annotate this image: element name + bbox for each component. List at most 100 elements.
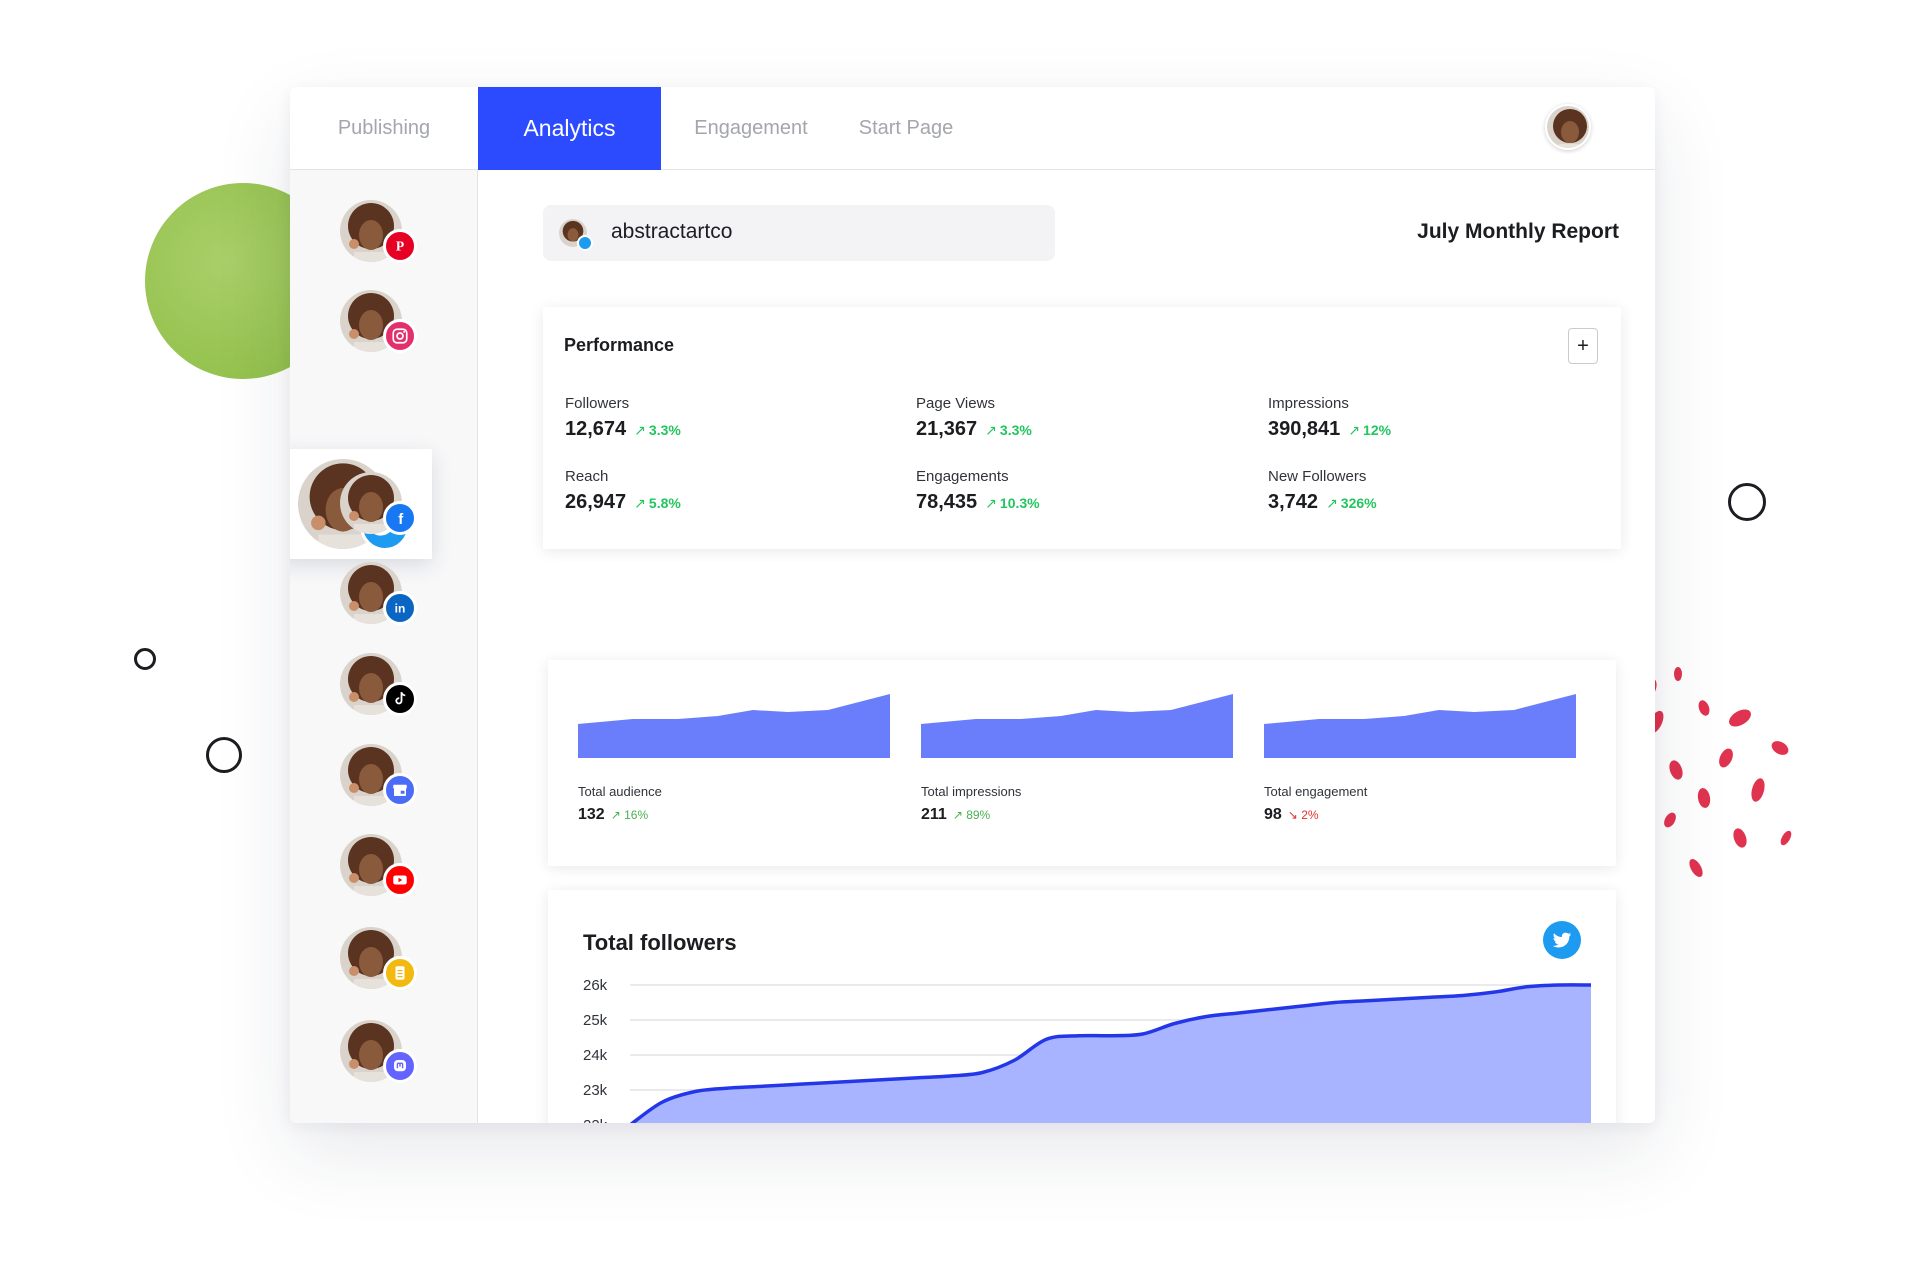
trend-up-icon: ↗ [634,495,646,511]
sidebar-channel-instagram[interactable] [340,290,417,353]
summary-total-impressions: Total impressions 211 ↗ 89% [891,660,1233,866]
sparkline-engagement [1264,694,1576,758]
trend-up-icon: ↗ [1348,422,1361,438]
summary-value: 211 [921,806,947,823]
followers-chart: 26k 25k 24k 23k 22k [583,977,1592,1123]
report-title: July Monthly Report [1417,220,1619,243]
summary-total-engagement: Total engagement 98 ↘ 2% [1234,660,1576,866]
metric-reach: Reach 26,947 ↗ 5.8% [565,468,885,514]
summary-value: 132 [578,806,605,823]
tab-publishing[interactable]: Publishing [290,87,478,170]
summary-total-audience: Total audience 132 ↗ 16% [548,660,890,866]
metric-label: Reach [565,468,609,485]
metric-change: 10.3% [999,495,1040,511]
metric-value: 3,742 [1268,491,1319,513]
sparkline-impressions [921,694,1233,758]
tab-start-page[interactable]: Start Page [841,87,971,170]
decorative-ring [1728,483,1766,521]
twitter-badge-icon [577,235,593,251]
trend-up-icon: ↗ [985,422,997,438]
summary-label: Total engagement [1264,784,1368,799]
user-avatar[interactable] [1545,104,1591,150]
metric-value: 26,947 [565,491,627,513]
performance-card: Performance + Followers 12,674 ↗ 3.3% Page… [543,307,1621,549]
metric-label: Followers [565,395,630,412]
main-content: abstractartco July Monthly Report Perfor… [478,170,1655,1123]
metric-impressions: Impressions 390,841 ↗ 12% [1268,395,1588,441]
summary-value: 98 [1264,806,1282,823]
metric-change: 3.3% [648,422,681,438]
y-tick-label: 23k [583,1082,608,1099]
instagram-icon [383,319,417,353]
metric-label: Engagements [916,468,1009,485]
svg-text:P: P [396,239,404,254]
youtube-icon [383,863,417,897]
trend-up-icon: ↗ [952,808,967,822]
svg-text:f: f [398,511,404,527]
sidebar-channel-pinterest[interactable]: P [340,200,417,263]
metric-engagements: Engagements 78,435 ↗ 10.3% [916,468,1236,514]
metric-change: 5.8% [648,495,681,511]
y-tick-label: 25k [583,1012,608,1029]
metric-followers: Followers 12,674 ↗ 3.3% [565,395,885,441]
y-tick-label: 24k [583,1047,608,1064]
mastodon-icon [383,1049,417,1083]
trend-up-icon: ↗ [610,808,625,822]
metric-value: 12,674 [565,418,627,440]
account-handle: abstractartco [611,220,733,243]
channel-sidebar: P f in [290,170,478,1123]
sidebar-channel-youtube[interactable] [340,834,417,897]
trend-down-icon: ↘ [1287,808,1302,822]
metric-change: 3.3% [999,422,1032,438]
trend-up-icon: ↗ [634,422,646,438]
metric-new-followers: New Followers 3,742 ↗ 326% [1268,468,1588,514]
sidebar-channel-mastodon[interactable] [340,1020,417,1083]
metric-value: 21,367 [916,418,978,440]
metric-page-views: Page Views 21,367 ↗ 3.3% [916,395,1236,441]
chart-title: Total followers [583,930,737,955]
account-selector[interactable]: abstractartco [543,205,1055,261]
linkedin-icon: in [383,591,417,625]
total-followers-card: 26k 25k 24k 23k 22k Total followers [548,890,1616,1123]
tiktok-icon [383,682,417,716]
sidebar-channel-tiktok[interactable] [340,653,417,716]
metric-value: 78,435 [916,491,978,513]
summary-change: 2% [1301,808,1319,822]
metric-change: 326% [1340,495,1377,511]
app-window: Publishing Analytics Engagement Start Pa… [290,87,1655,1123]
decorative-petals [1643,667,1792,888]
summary-label: Total impressions [921,784,1022,799]
facebook-icon: f [383,501,417,535]
summary-change: 16% [624,808,649,822]
decorative-ring [206,737,242,773]
trend-up-icon: ↗ [1326,495,1338,511]
document-icon [383,956,417,990]
summary-label: Total audience [578,784,662,799]
sidebar-channel-linkedin[interactable]: in [340,562,417,625]
metric-label: New Followers [1268,468,1367,485]
sidebar-channel-facebook[interactable]: f [340,472,417,535]
decorative-ring [134,648,156,670]
metric-label: Impressions [1268,395,1349,412]
metric-value: 390,841 [1268,418,1341,440]
followers-area [632,984,1591,1123]
sidebar-channel-notes[interactable] [340,927,417,990]
tab-analytics[interactable]: Analytics [478,87,661,170]
trend-up-icon: ↗ [985,495,997,511]
metric-label: Page Views [916,395,995,412]
performance-title: Performance [564,335,675,355]
tab-engagement[interactable]: Engagement [661,87,841,170]
pinterest-icon: P [383,229,417,263]
sparkline-audience [578,694,890,758]
twitter-icon[interactable] [1543,921,1581,959]
add-button[interactable]: + [1568,328,1598,364]
y-tick-label: 26k [583,977,608,994]
metric-change: 12% [1363,422,1392,438]
summary-card: Total audience 132 ↗ 16% Total impression… [548,660,1616,866]
sidebar-channel-google-business[interactable] [340,744,417,807]
summary-change: 89% [966,808,991,822]
top-nav: Publishing Analytics Engagement Start Pa… [290,87,1655,170]
y-tick-label: 22k [583,1117,608,1123]
svg-text:in: in [395,602,406,616]
storefront-icon [383,773,417,807]
